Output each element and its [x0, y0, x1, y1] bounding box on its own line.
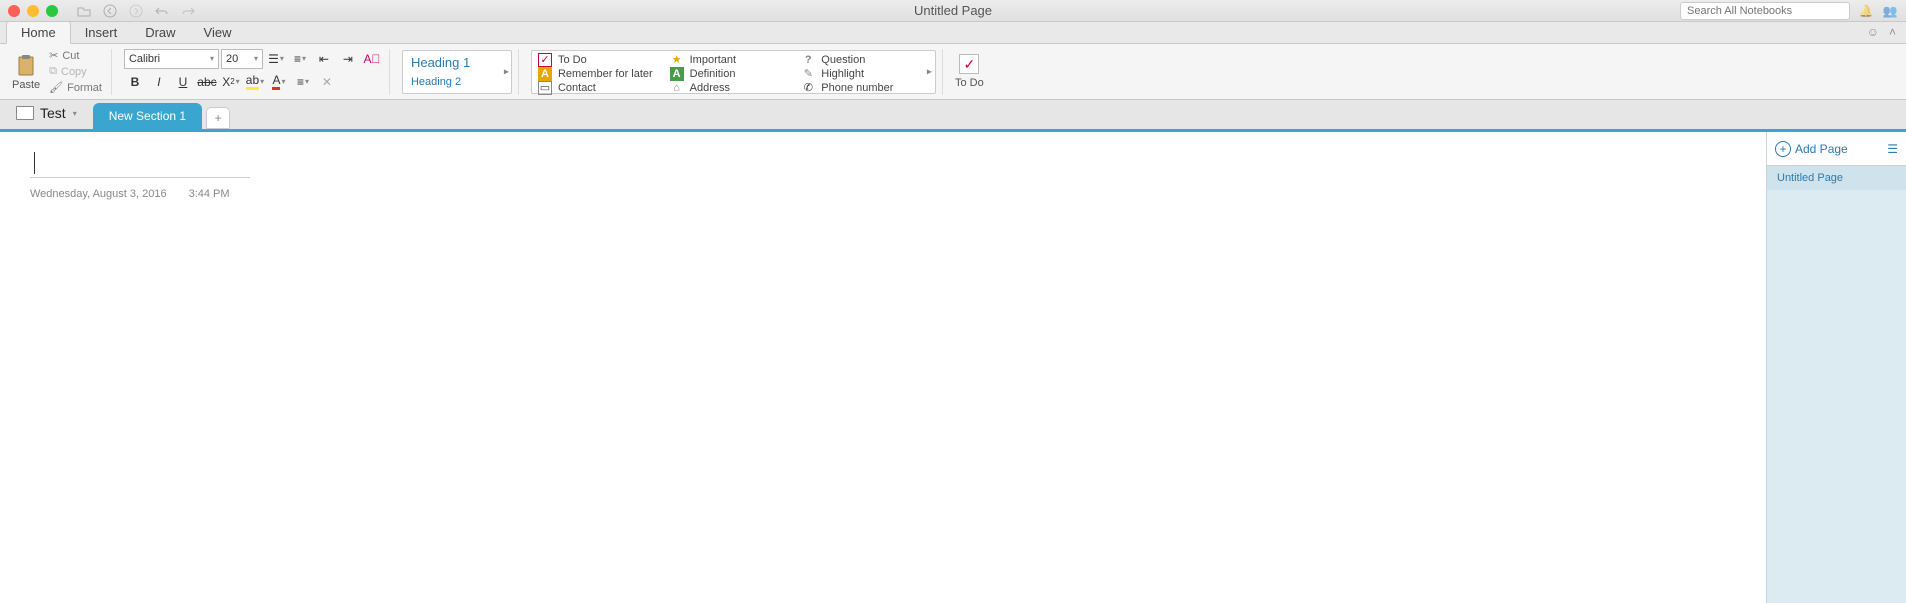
paste-label: Paste — [12, 79, 40, 91]
styles-group: Heading 1 Heading 2 ▸ — [396, 49, 519, 95]
tag-highlight[interactable]: ✎Highlight — [799, 67, 931, 81]
forward-icon[interactable] — [128, 3, 144, 19]
notebook-selector[interactable]: Test ▾ — [6, 101, 87, 125]
format-painter-button[interactable]: 🖌Format — [46, 80, 105, 95]
chevron-down-icon: ▾ — [73, 109, 77, 118]
feedback-icon[interactable]: ☺ — [1867, 25, 1879, 39]
numbering-button[interactable]: ≡▾ — [289, 49, 311, 69]
delete-button[interactable]: ✕ — [316, 72, 338, 92]
notebook-name: Test — [40, 105, 66, 121]
redo-icon[interactable] — [180, 3, 196, 19]
bold-button[interactable]: B — [124, 72, 146, 92]
zoom-window-button[interactable] — [46, 5, 58, 17]
search-input[interactable] — [1680, 2, 1850, 20]
notebook-icon — [16, 106, 34, 120]
main-area: Wednesday, August 3, 2016 3:44 PM + Add … — [0, 132, 1906, 603]
tab-home[interactable]: Home — [6, 21, 71, 44]
indent-button[interactable]: ⇥ — [337, 49, 359, 69]
page-list-item[interactable]: Untitled Page — [1767, 166, 1906, 190]
page-canvas[interactable]: Wednesday, August 3, 2016 3:44 PM — [0, 132, 1766, 603]
minimize-window-button[interactable] — [27, 5, 39, 17]
paste-button[interactable]: Paste — [12, 53, 40, 91]
add-section-button[interactable]: + — [206, 107, 230, 129]
chevron-down-icon: ▾ — [210, 54, 214, 63]
todo-label: To Do — [955, 77, 984, 89]
tag-contact[interactable]: ▭Contact — [536, 81, 668, 95]
styles-gallery[interactable]: Heading 1 Heading 2 ▸ — [402, 50, 512, 94]
checkbox-icon: ✓ — [959, 54, 979, 74]
open-icon[interactable] — [76, 3, 92, 19]
tag-address[interactable]: ⌂Address — [668, 81, 800, 95]
bullets-button[interactable]: ☰▾ — [265, 49, 287, 69]
share-icon[interactable]: 👥 — [1882, 3, 1898, 19]
subscript-button[interactable]: X2▾ — [220, 72, 242, 92]
plus-icon: + — [1775, 141, 1791, 157]
highlight-button[interactable]: ab▾ — [244, 72, 266, 92]
todo-group: ✓ To Do — [949, 49, 990, 95]
clear-formatting-button[interactable]: A⃠ — [361, 49, 383, 69]
page-date: Wednesday, August 3, 2016 — [30, 188, 167, 200]
font-group: Calibri▾ 20▾ ☰▾ ≡▾ ⇤ ⇥ A⃠ B I U abc X2▾ … — [118, 49, 390, 95]
tag-remember[interactable]: ARemember for later — [536, 67, 668, 81]
add-page-button[interactable]: + Add Page — [1775, 141, 1848, 157]
tag-phone[interactable]: ✆Phone number — [799, 81, 931, 95]
strikethrough-button[interactable]: abc — [196, 72, 218, 92]
page-title-input[interactable] — [30, 152, 250, 178]
tag-question[interactable]: ?Question — [799, 53, 931, 67]
tab-insert[interactable]: Insert — [71, 22, 132, 43]
ribbon: Paste ✂Cut ⧉Copy 🖌Format Calibri▾ 20▾ ☰▾… — [0, 44, 1906, 100]
cut-button[interactable]: ✂Cut — [46, 48, 105, 63]
page-list-menu-icon[interactable]: ☰ — [1887, 142, 1898, 156]
close-window-button[interactable] — [8, 5, 20, 17]
italic-button[interactable]: I — [148, 72, 170, 92]
chevron-down-icon: ▾ — [254, 54, 258, 63]
page-time: 3:44 PM — [189, 188, 230, 200]
titlebar: Untitled Page 🔔 👥 — [0, 0, 1906, 22]
text-cursor — [34, 152, 35, 174]
tab-view[interactable]: View — [190, 22, 246, 43]
tag-definition[interactable]: ADefinition — [668, 67, 800, 81]
notifications-icon[interactable]: 🔔 — [1858, 3, 1874, 19]
expand-icon[interactable]: ▸ — [927, 66, 932, 77]
font-name-select[interactable]: Calibri▾ — [124, 49, 219, 69]
font-color-button[interactable]: A▾ — [268, 72, 290, 92]
heading2-style[interactable]: Heading 2 — [411, 76, 503, 88]
expand-icon[interactable]: ▸ — [504, 66, 509, 77]
back-icon[interactable] — [102, 3, 118, 19]
undo-icon[interactable] — [154, 3, 170, 19]
todo-button[interactable]: ✓ To Do — [955, 54, 984, 89]
clipboard-group: Paste ✂Cut ⧉Copy 🖌Format — [6, 49, 112, 95]
underline-button[interactable]: U — [172, 72, 194, 92]
window-controls — [8, 5, 58, 17]
tag-important[interactable]: ★Important — [668, 53, 800, 67]
ribbon-tabs: Home Insert Draw View ☺ ˄ — [0, 22, 1906, 44]
tab-draw[interactable]: Draw — [131, 22, 189, 43]
heading1-style[interactable]: Heading 1 — [411, 55, 503, 70]
outdent-button[interactable]: ⇤ — [313, 49, 335, 69]
section-bar: Test ▾ New Section 1 + — [0, 100, 1906, 132]
tags-group: ✓To Do ARemember for later ▭Contact ★Imp… — [525, 49, 943, 95]
section-tab[interactable]: New Section 1 — [93, 103, 202, 129]
page-list-panel: + Add Page ☰ Untitled Page — [1766, 132, 1906, 603]
tag-todo[interactable]: ✓To Do — [536, 53, 668, 67]
copy-icon: ⧉ — [49, 65, 57, 78]
collapse-ribbon-icon[interactable]: ˄ — [1889, 25, 1896, 39]
copy-button[interactable]: ⧉Copy — [46, 64, 105, 79]
tags-gallery[interactable]: ✓To Do ARemember for later ▭Contact ★Imp… — [531, 50, 936, 94]
brush-icon: 🖌 — [49, 81, 63, 94]
window-title: Untitled Page — [914, 3, 992, 18]
font-size-select[interactable]: 20▾ — [221, 49, 263, 69]
align-button[interactable]: ≡▾ — [292, 72, 314, 92]
scissors-icon: ✂ — [49, 49, 58, 62]
